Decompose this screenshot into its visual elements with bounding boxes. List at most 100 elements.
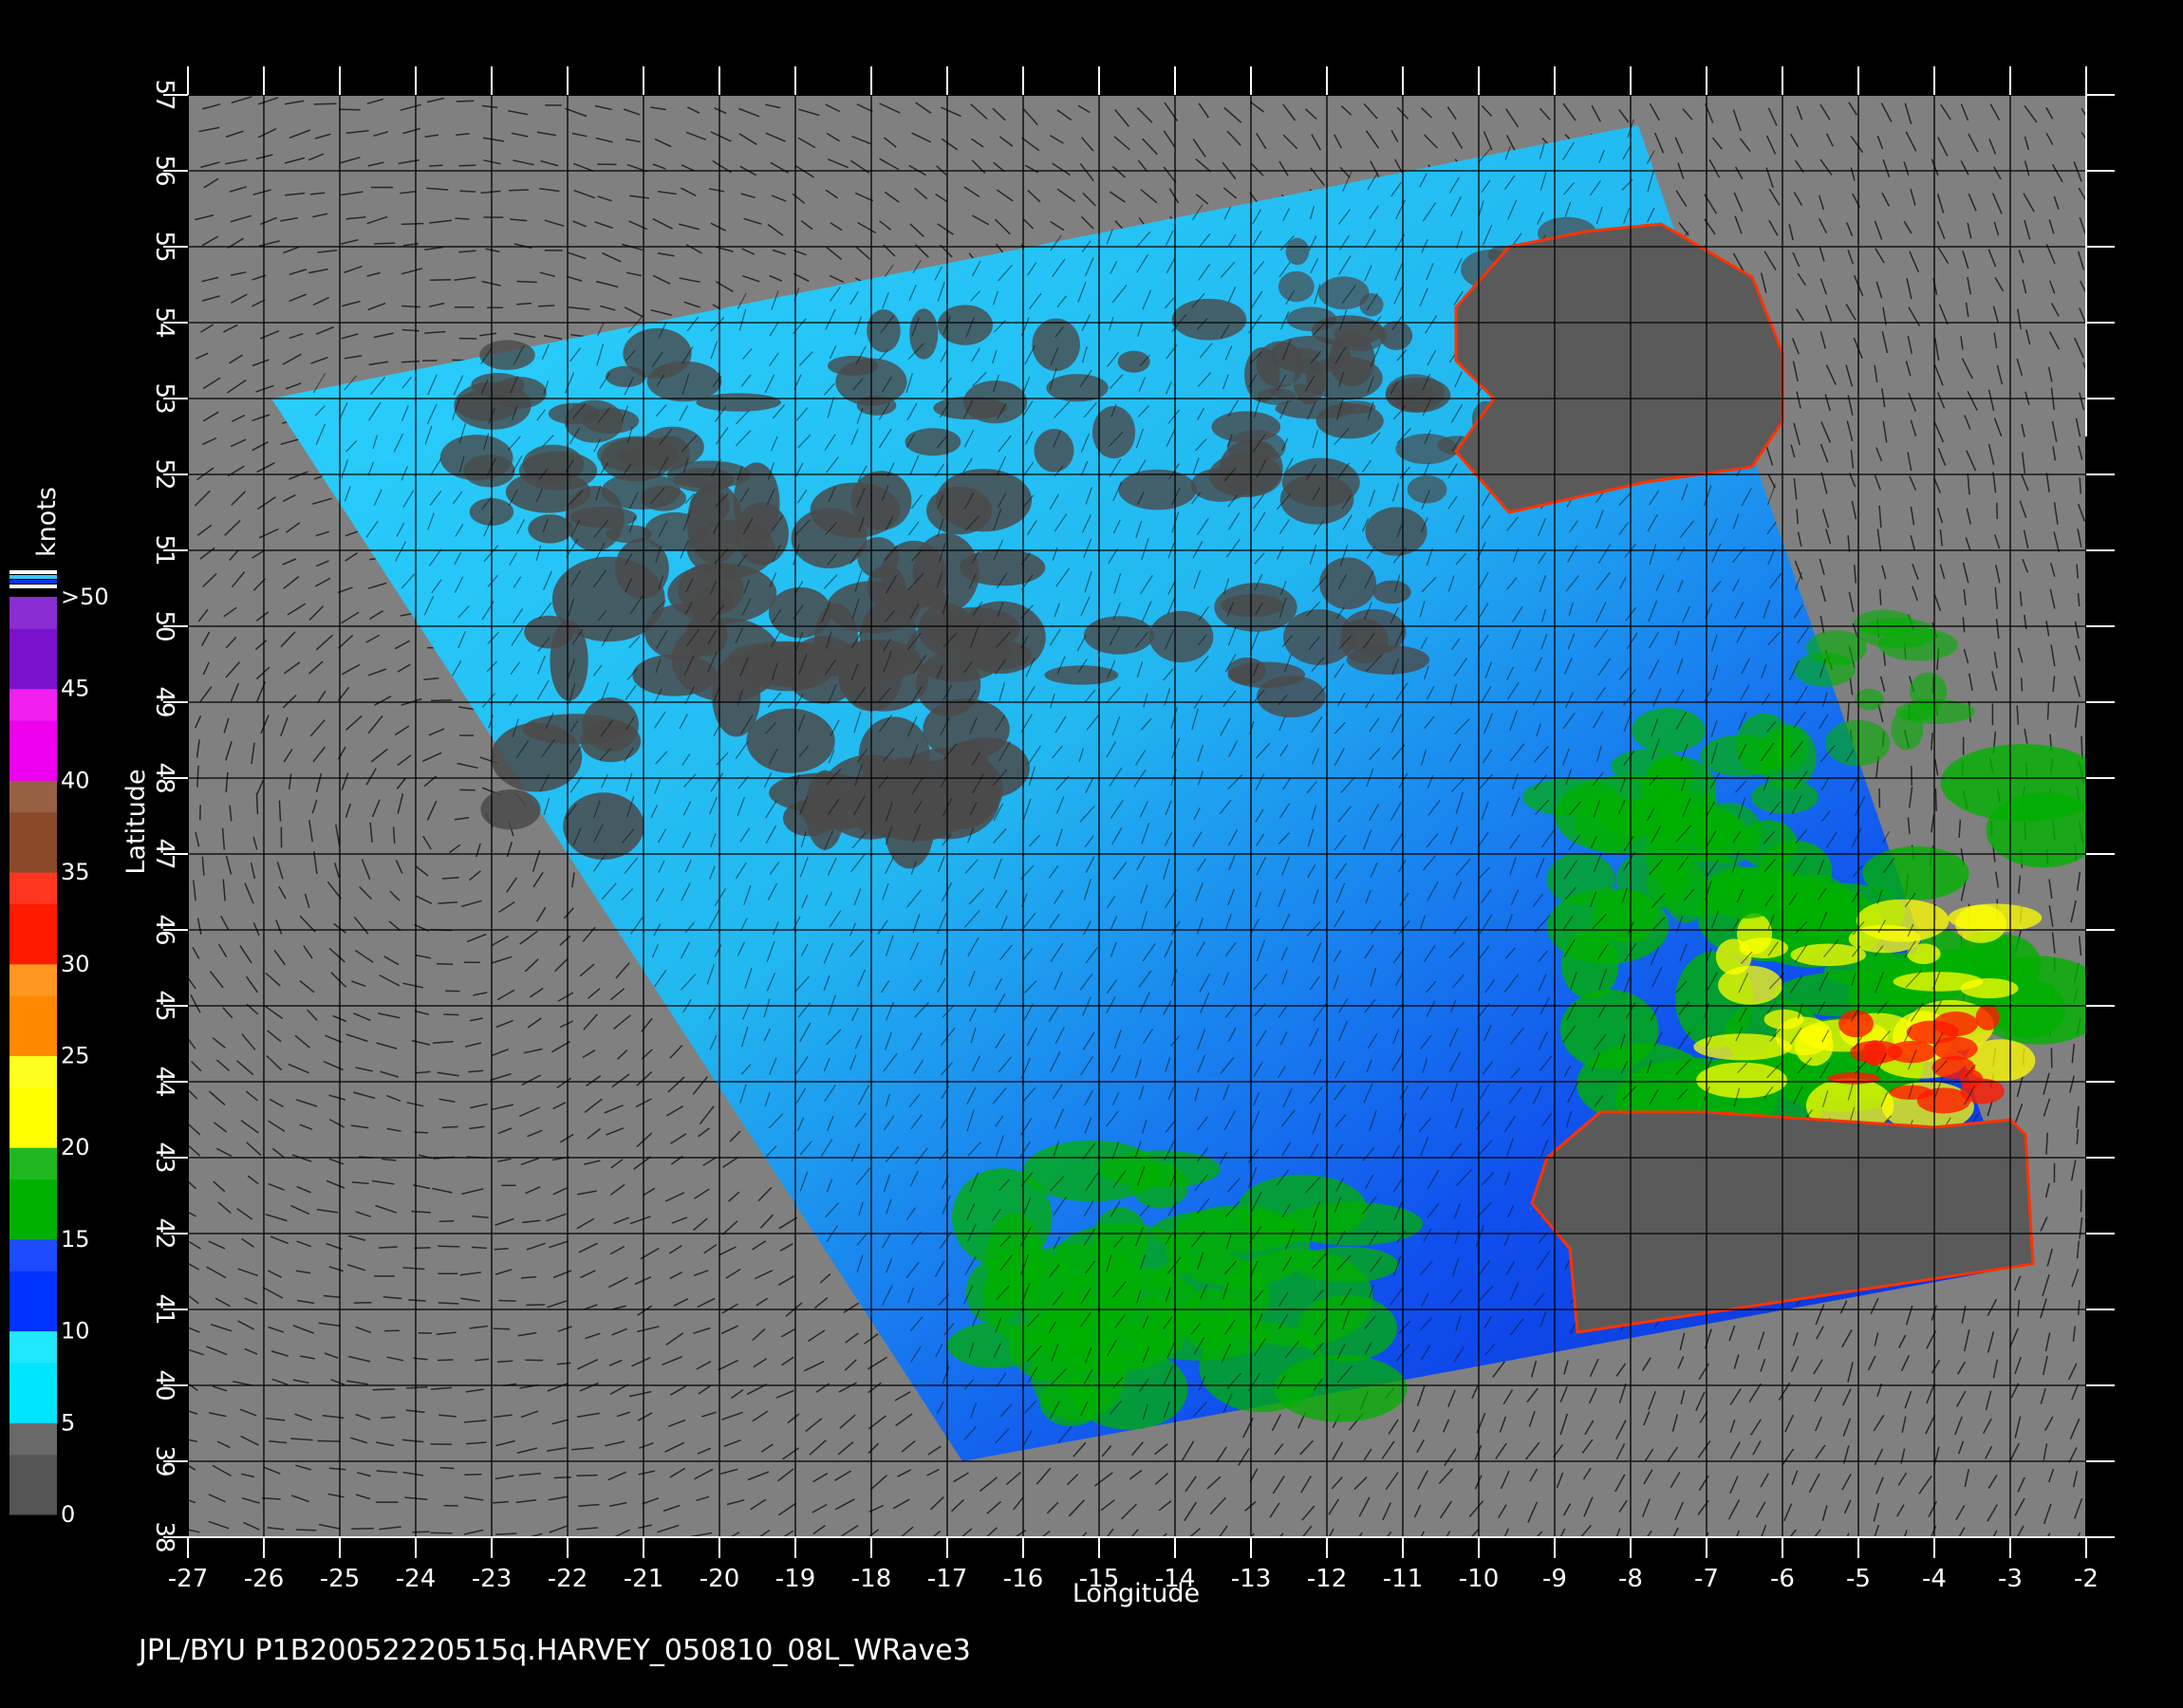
- x-tick-label: -24: [396, 1565, 436, 1593]
- wind-speed-patch: [1117, 350, 1150, 373]
- wind-speed-patch: [819, 754, 922, 840]
- wind-vector: [508, 189, 530, 192]
- wind-vector: [414, 1247, 431, 1250]
- x-tick-label: -12: [1307, 1565, 1347, 1593]
- wind-speed-patch: [569, 506, 638, 529]
- y-tick-label: 50: [150, 610, 178, 641]
- wind-speed-patch: [746, 708, 835, 773]
- x-axis-title: Longitude: [1073, 1579, 1200, 1608]
- wind-vector: [441, 1125, 458, 1129]
- wind-speed-patch: [1857, 618, 1937, 649]
- x-tick-label: -5: [1846, 1565, 1871, 1593]
- legend-label: 10: [61, 1318, 90, 1345]
- x-tick-label: -7: [1694, 1565, 1719, 1593]
- wind-speed-patch: [606, 525, 652, 544]
- x-tick-label: -10: [1459, 1565, 1499, 1593]
- y-tick-label: 55: [150, 231, 178, 262]
- y-tick-label: 53: [150, 382, 178, 414]
- wind-vector: [1934, 789, 1937, 811]
- x-tick-label: -9: [1542, 1565, 1567, 1593]
- wind-speed-patch: [1190, 468, 1251, 502]
- wind-speed-patch: [1778, 874, 1854, 941]
- legend-cap: [9, 585, 57, 588]
- wind-speed-patch: [791, 508, 868, 569]
- wind-speed-patch: [456, 389, 519, 421]
- wind-vector: [430, 699, 453, 702]
- x-tick-label: -2: [2074, 1565, 2099, 1593]
- wind-vector: [526, 1304, 546, 1307]
- wind-vector: [381, 1416, 396, 1420]
- wind-vector: [351, 1527, 374, 1530]
- wind-vector: [372, 1388, 395, 1391]
- wind-map: -27 -26 -25 -24 -23 -22 -21 -20 -19 -18 -17 -16 -15-…: [9, 66, 2115, 1608]
- legend-swatch-highlight: [9, 597, 57, 629]
- wind-speed-patch: [1083, 616, 1154, 655]
- x-tick-label: -3: [1998, 1565, 2023, 1593]
- wind-vector: [436, 962, 454, 966]
- legend-swatch-highlight: [9, 688, 57, 721]
- wind-speed-patch: [1032, 318, 1080, 371]
- wind-vector: [2020, 678, 2024, 692]
- y-tick-label: 43: [150, 1142, 178, 1173]
- wind-vector: [456, 100, 475, 102]
- wind-speed-patch: [857, 536, 899, 579]
- legend-label: 5: [61, 1409, 75, 1436]
- y-tick-label: 52: [150, 458, 178, 490]
- wind-vector: [494, 1532, 517, 1535]
- wind-speed-patch: [941, 737, 1030, 799]
- wind-vector: [437, 1359, 454, 1362]
- y-tick-label: 48: [150, 762, 178, 793]
- wind-vector: [2046, 702, 2050, 720]
- x-tick-label: -27: [168, 1565, 208, 1593]
- wind-speed-patch: [1632, 708, 1706, 753]
- wind-speed-patch: [1790, 943, 1867, 967]
- wind-vector: [401, 222, 424, 226]
- wind-vector: [493, 1327, 511, 1330]
- wind-vector: [471, 1246, 487, 1250]
- wind-speed-patch: [1916, 1087, 1971, 1114]
- wind-vector: [443, 1013, 459, 1016]
- wind-vector: [1878, 589, 1882, 605]
- x-tick-label: -26: [244, 1565, 284, 1593]
- wind-vector: [429, 164, 443, 167]
- wind-speed-patch: [439, 435, 513, 481]
- wind-speed-patch: [1909, 672, 1948, 711]
- wind-speed-patch: [1118, 469, 1197, 511]
- wind-vector: [497, 1360, 513, 1363]
- wind-speed-patch: [1986, 792, 2086, 868]
- wind-speed-patch: [1855, 688, 1884, 711]
- y-tick-label: 46: [150, 914, 178, 945]
- wind-speed-patch: [1955, 904, 2006, 943]
- wind-vector: [455, 217, 470, 220]
- legend-label: 35: [61, 859, 90, 885]
- wind-vector: [430, 1532, 453, 1534]
- wind-speed-patch: [582, 696, 639, 752]
- wind-vector: [1996, 502, 1999, 519]
- wind-speed-patch: [1297, 1294, 1397, 1362]
- wind-vector: [516, 280, 537, 284]
- wind-speed-patch: [1561, 931, 1619, 999]
- wind-vector: [255, 792, 259, 815]
- legend-label: 25: [61, 1043, 90, 1069]
- legend-label: >50: [61, 584, 109, 610]
- land-ireland: [1454, 222, 1784, 514]
- wind-vector: [494, 1248, 509, 1251]
- legend-swatch-highlight: [9, 1422, 57, 1456]
- x-tick-label: -22: [548, 1565, 588, 1593]
- wind-vector: [438, 1245, 460, 1248]
- legend-swatch-highlight: [9, 963, 57, 996]
- legend-label: 20: [61, 1134, 90, 1160]
- wind-speed-patch: [623, 327, 692, 380]
- y-tick-label: 39: [150, 1445, 178, 1476]
- x-tick-label: -20: [700, 1565, 739, 1593]
- wind-speed-patch: [1034, 428, 1074, 473]
- wind-vector: [374, 242, 396, 245]
- wind-vector: [429, 278, 452, 282]
- wind-speed-patch: [671, 618, 783, 702]
- legend-label: 40: [61, 767, 90, 793]
- x-tick-label: -4: [1922, 1565, 1947, 1593]
- wind-speed-patch: [1148, 610, 1214, 663]
- wind-speed-patch: [1318, 276, 1370, 310]
- wind-speed-patch: [479, 340, 535, 370]
- legend-swatch-highlight: [9, 1055, 57, 1088]
